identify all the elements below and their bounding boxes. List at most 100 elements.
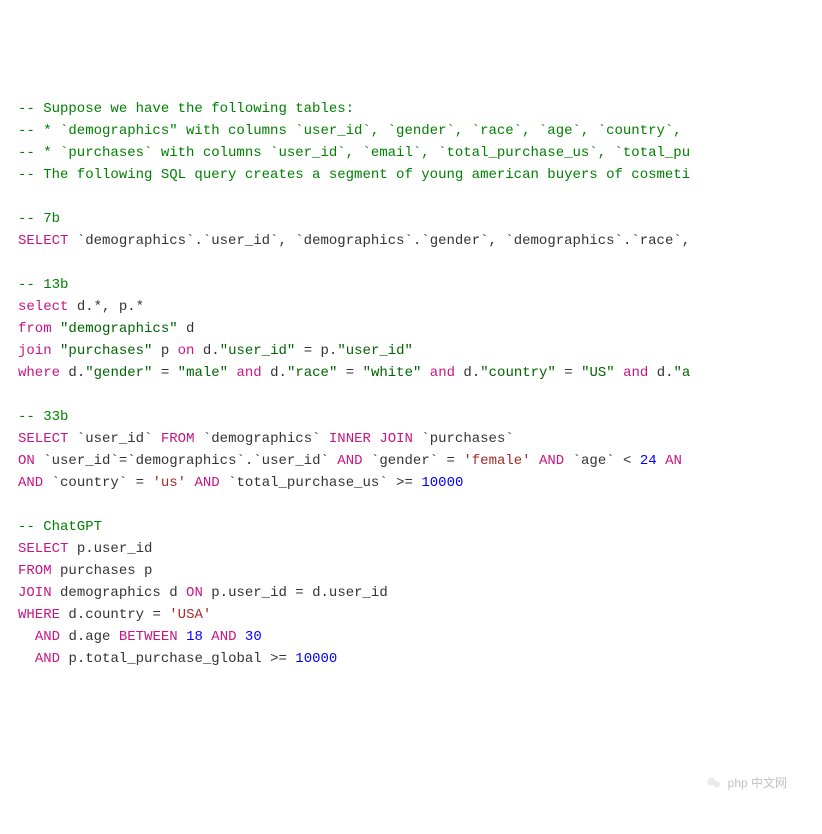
code-line xyxy=(18,384,812,406)
token-keyword: INNER JOIN xyxy=(329,431,413,447)
token-sp xyxy=(220,475,228,491)
code-line xyxy=(18,252,812,274)
token-ident: `user_id` xyxy=(43,453,119,469)
token-sp xyxy=(18,629,35,645)
token-sp xyxy=(43,475,51,491)
token-sp xyxy=(194,343,202,359)
token-number: 24 xyxy=(640,453,657,469)
token-keyword: AND xyxy=(539,453,564,469)
token-op: , xyxy=(278,233,295,249)
token-keyword: where xyxy=(18,365,60,381)
token-ident: d. xyxy=(77,299,94,315)
token-keyword: and xyxy=(430,365,455,381)
token-sp xyxy=(295,343,303,359)
token-op: = xyxy=(564,365,572,381)
token-ident: d xyxy=(186,321,194,337)
token-sp xyxy=(68,299,76,315)
comment-text: -- 7b xyxy=(18,211,60,227)
token-sp xyxy=(304,585,312,601)
token-number: 30 xyxy=(245,629,262,645)
token-string: "user_id" xyxy=(337,343,413,359)
token-op: * xyxy=(94,299,102,315)
token-sp xyxy=(438,453,446,469)
token-sp xyxy=(152,365,160,381)
token-ident: `total_purchase_us` xyxy=(228,475,388,491)
comment-text: -- 13b xyxy=(18,277,68,293)
token-ident: `demographics`.`race` xyxy=(505,233,681,249)
token-ident: d. xyxy=(463,365,480,381)
token-sp xyxy=(312,343,320,359)
token-string: "demographics" xyxy=(60,321,178,337)
comment-text: -- The following SQL query creates a seg… xyxy=(18,167,690,183)
token-string: "gender" xyxy=(85,365,152,381)
token-ident: p.user_id xyxy=(211,585,287,601)
token-ident: p.user_id xyxy=(77,541,153,557)
token-keyword: AND xyxy=(18,475,43,491)
token-keyword: SELECT xyxy=(18,541,68,557)
code-line: SELECT `user_id` FROM `demographics` INN… xyxy=(18,428,812,450)
token-number: 10000 xyxy=(295,651,337,667)
token-string: "US" xyxy=(581,365,615,381)
token-sp xyxy=(169,365,177,381)
code-line: AND `country` = 'us' AND `total_purchase… xyxy=(18,472,812,494)
token-keyword: from xyxy=(18,321,52,337)
token-number: 18 xyxy=(186,629,203,645)
token-keyword: AND xyxy=(194,475,219,491)
token-ident: d. xyxy=(270,365,287,381)
code-line: where d."gender" = "male" and d."race" =… xyxy=(18,362,812,384)
token-sp xyxy=(615,365,623,381)
token-sp xyxy=(321,431,329,447)
token-ident: d.country xyxy=(68,607,144,623)
token-keyword: and xyxy=(623,365,648,381)
token-sp xyxy=(194,431,202,447)
comment-text: -- * `purchases` with columns `user_id`,… xyxy=(18,145,690,161)
code-line: -- 33b xyxy=(18,406,812,428)
token-ident: `user_id` xyxy=(77,431,153,447)
token-op: = xyxy=(447,453,455,469)
token-string-single: 'us' xyxy=(152,475,186,491)
watermark: php 中文网 xyxy=(704,772,787,794)
token-keyword: SELECT xyxy=(18,431,68,447)
token-keyword: select xyxy=(18,299,68,315)
watermark-text: php 中文网 xyxy=(728,772,787,794)
token-sp xyxy=(262,651,270,667)
token-sp xyxy=(178,629,186,645)
token-sp xyxy=(564,453,572,469)
token-sp xyxy=(68,233,76,249)
code-line: JOIN demographics d ON p.user_id = d.use… xyxy=(18,582,812,604)
token-keyword: AND xyxy=(35,629,60,645)
code-line xyxy=(18,186,812,208)
token-op: = xyxy=(136,475,144,491)
token-op: = xyxy=(119,453,127,469)
token-op: = xyxy=(304,343,312,359)
code-line: join "purchases" p on d."user_id" = p."u… xyxy=(18,340,812,362)
token-string-single: 'female' xyxy=(463,453,530,469)
comment-text: -- Suppose we have the following tables: xyxy=(18,101,354,117)
token-ident: demographics d xyxy=(60,585,178,601)
token-sp xyxy=(127,475,135,491)
token-string: "purchases" xyxy=(60,343,152,359)
token-ident: d.age xyxy=(68,629,110,645)
code-line xyxy=(18,494,812,516)
token-op: >= xyxy=(396,475,413,491)
code-line: from "demographics" d xyxy=(18,318,812,340)
token-sp xyxy=(60,651,68,667)
token-sp xyxy=(152,343,160,359)
code-line: SELECT `demographics`.`user_id`, `demogr… xyxy=(18,230,812,252)
token-sp xyxy=(531,453,539,469)
token-sp xyxy=(178,321,186,337)
token-string: "a xyxy=(674,365,691,381)
comment-text: -- ChatGPT xyxy=(18,519,102,535)
token-sp xyxy=(52,321,60,337)
token-sp xyxy=(237,629,245,645)
token-sp xyxy=(152,431,160,447)
token-sp xyxy=(178,585,186,601)
token-op: * xyxy=(136,299,144,315)
token-keyword: BETWEEN xyxy=(119,629,178,645)
code-line: -- Suppose we have the following tables: xyxy=(18,98,812,120)
token-keyword: AND xyxy=(35,651,60,667)
token-sp xyxy=(648,365,656,381)
token-string: "country" xyxy=(480,365,556,381)
token-keyword: FROM xyxy=(18,563,52,579)
token-sp xyxy=(421,365,429,381)
